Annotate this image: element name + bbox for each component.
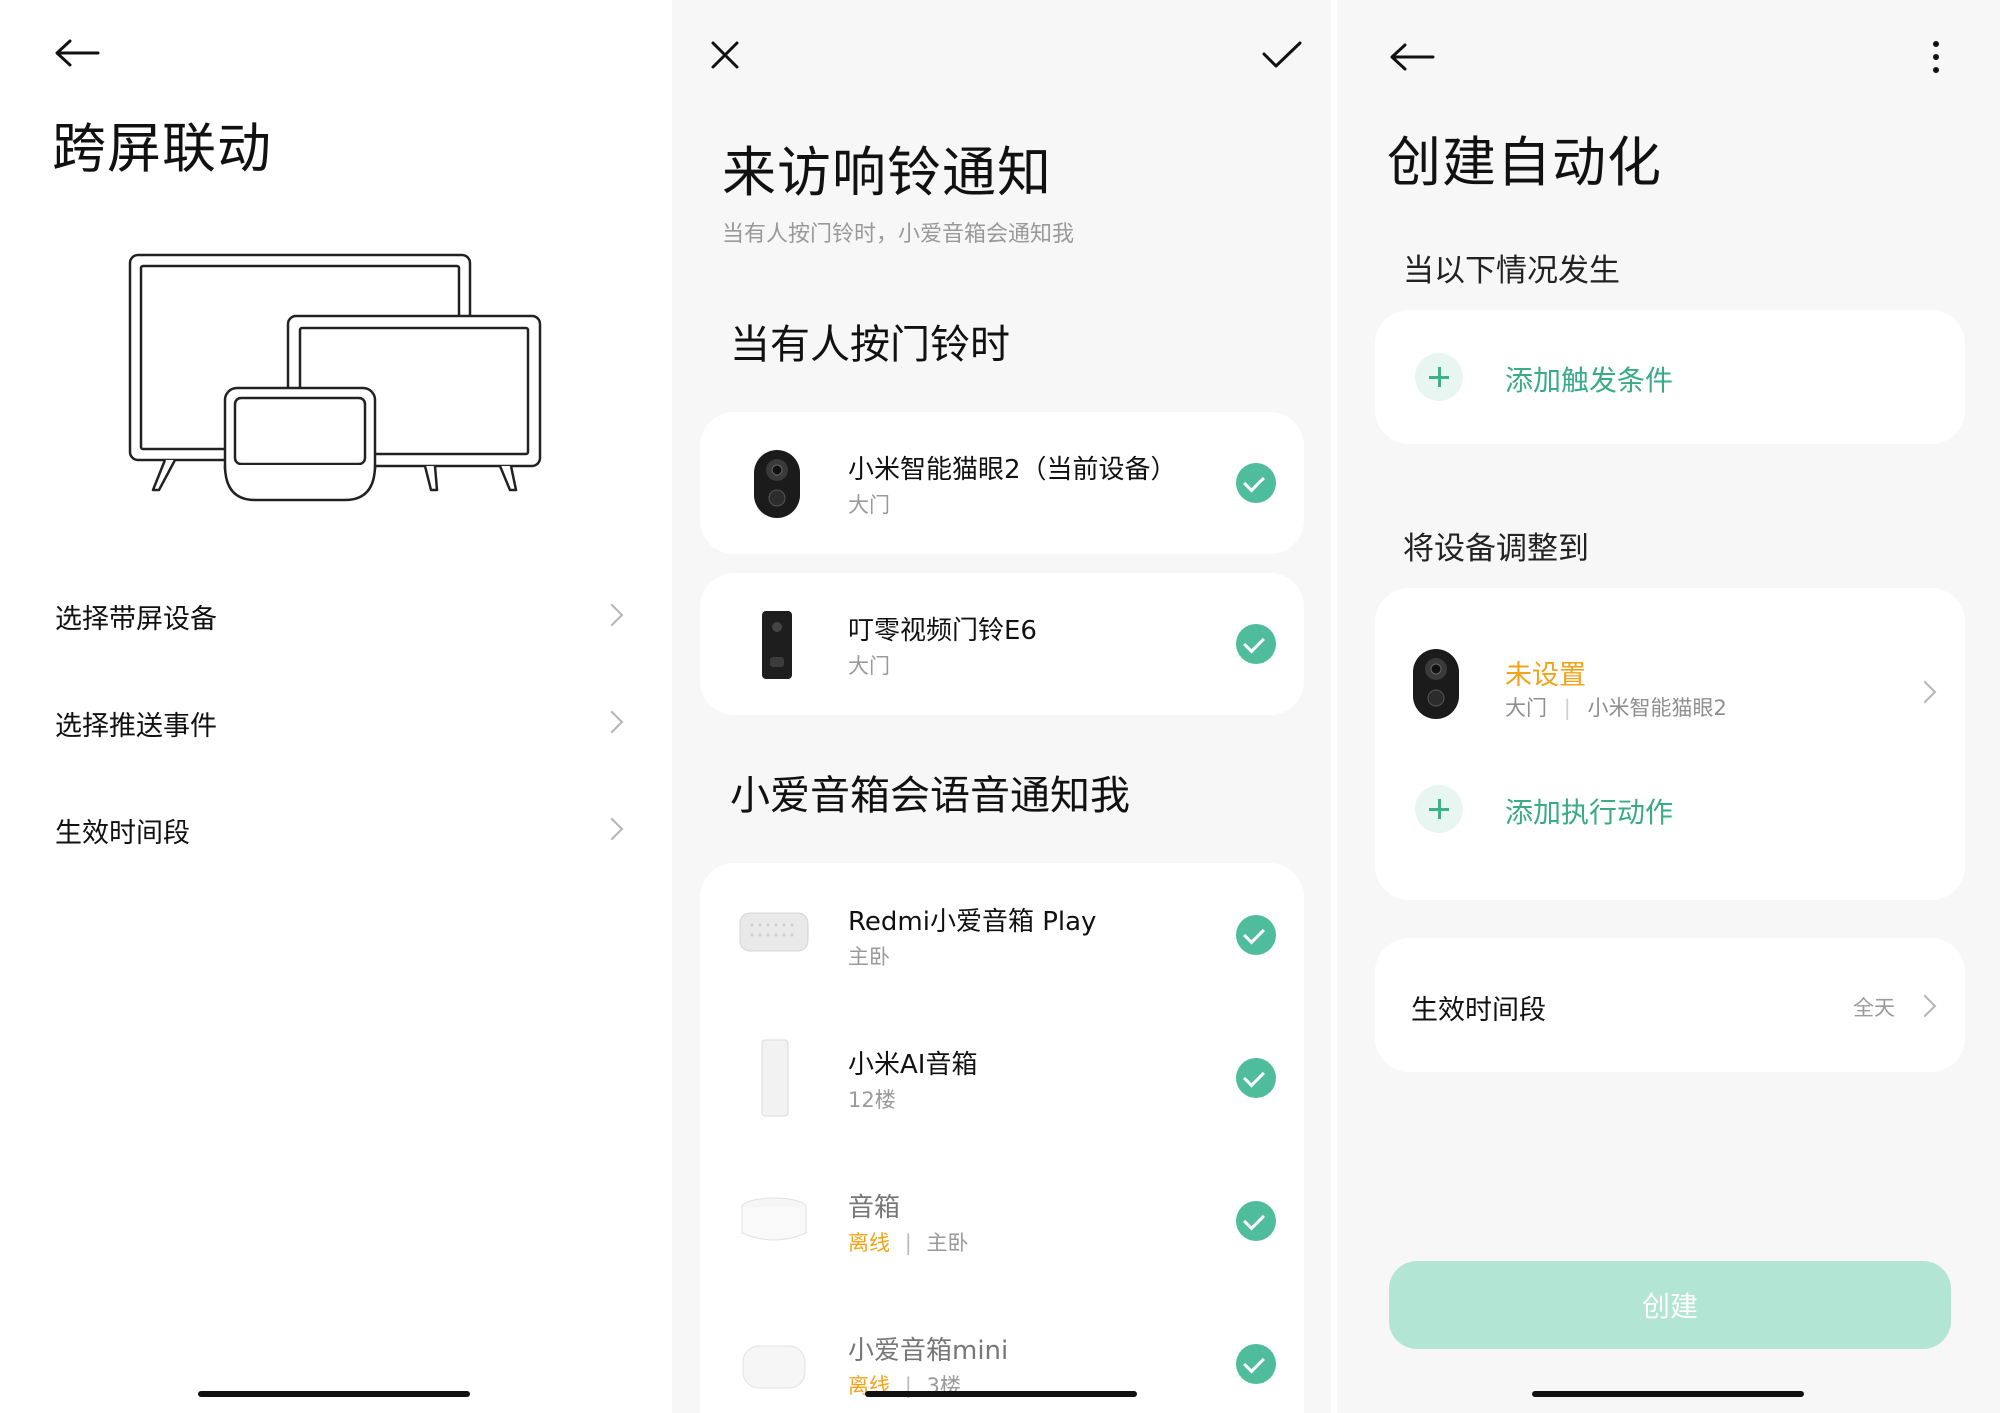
- speaker-list-card: Redmi小爱音箱 Play 主卧 小米AI音箱 12楼 音箱 离线 | 主卧: [700, 863, 1304, 1413]
- check-circle-icon[interactable]: [1236, 624, 1276, 664]
- check-circle-icon[interactable]: [1236, 915, 1276, 955]
- check-circle-icon[interactable]: [1236, 463, 1276, 503]
- speaker-heading: 小爱音箱会语音通知我: [730, 773, 1130, 819]
- divider: |: [904, 1231, 912, 1255]
- speaker-name: 小米AI音箱: [848, 1050, 978, 1080]
- speaker-location: 12楼: [848, 1088, 896, 1112]
- device-name: 叮零视频门铃E6: [848, 616, 1037, 646]
- chevron-right-icon: [600, 603, 624, 627]
- check-circle-icon[interactable]: [1236, 1201, 1276, 1241]
- active-period-value: 全天: [1853, 996, 1895, 1020]
- device-name: 小米智能猫眼2: [1587, 696, 1727, 720]
- page-subtitle: 当有人按门铃时，小爱音箱会通知我: [722, 222, 1075, 247]
- confirm-check-icon[interactable]: [1261, 40, 1303, 70]
- device-location: 大门: [848, 493, 890, 517]
- more-vertical-icon[interactable]: [1931, 40, 1941, 74]
- action-device-row[interactable]: 未设置 大门 | 小米智能猫眼2: [1375, 588, 1965, 778]
- video-doorbell-icon: [762, 611, 792, 679]
- when-section-label: 当以下情况发生: [1403, 253, 1620, 289]
- speaker-location: 主卧: [848, 945, 890, 969]
- panel-divider: [1331, 0, 1337, 1413]
- check-circle-icon[interactable]: [1236, 1344, 1276, 1384]
- menu-item-label: 选择带屏设备: [55, 604, 217, 635]
- speaker-name: Redmi小爱音箱 Play: [848, 907, 1097, 937]
- round-speaker-icon: [741, 1197, 807, 1241]
- multi-screen-illustration: [128, 253, 542, 502]
- home-indicator[interactable]: [865, 1391, 1137, 1397]
- home-indicator[interactable]: [198, 1391, 470, 1397]
- offline-status: 离线: [848, 1231, 890, 1255]
- chevron-right-icon: [600, 710, 624, 734]
- back-arrow-icon[interactable]: [52, 38, 102, 68]
- ai-speaker-icon: [761, 1039, 789, 1117]
- page-title: 来访响铃通知: [722, 141, 1052, 204]
- adjust-section-label: 将设备调整到: [1403, 531, 1589, 567]
- home-indicator[interactable]: [1532, 1391, 1804, 1397]
- divider: |: [1563, 696, 1571, 720]
- mini-speaker-icon: [742, 1345, 806, 1389]
- add-action-label: 添加执行动作: [1505, 796, 1674, 829]
- device-location: 大门: [848, 654, 890, 678]
- back-arrow-icon[interactable]: [1387, 42, 1437, 72]
- speaker-row[interactable]: 音箱 离线 | 主卧: [700, 1149, 1304, 1292]
- close-icon[interactable]: [710, 40, 740, 70]
- active-period-row[interactable]: 生效时间段 全天: [1375, 938, 1965, 1072]
- trigger-device-card[interactable]: 叮零视频门铃E6 大门: [700, 573, 1304, 715]
- chevron-right-icon: [1913, 994, 1937, 1018]
- peephole-camera-icon: [754, 450, 800, 518]
- trigger-heading: 当有人按门铃时: [730, 322, 1010, 368]
- device-meta: 大门 | 小米智能猫眼2: [1505, 692, 1727, 722]
- create-button[interactable]: 创建: [1389, 1261, 1951, 1349]
- speaker-row[interactable]: Redmi小爱音箱 Play 主卧: [700, 863, 1304, 1006]
- doorbell-notification-panel: 来访响铃通知 当有人按门铃时，小爱音箱会通知我 当有人按门铃时 小米智能猫眼2（…: [672, 0, 1337, 1413]
- actions-card: 未设置 大门 | 小米智能猫眼2 添加执行动作: [1375, 588, 1965, 900]
- chevron-right-icon: [1913, 680, 1937, 704]
- page-title: 创建自动化: [1387, 131, 1662, 194]
- speaker-meta: 离线 | 主卧: [848, 1227, 968, 1257]
- speaker-name: 音箱: [848, 1193, 901, 1223]
- add-trigger-card[interactable]: 添加触发条件: [1375, 310, 1965, 444]
- peephole-camera-icon: [1413, 649, 1459, 719]
- create-automation-panel: 创建自动化 当以下情况发生 添加触发条件 将设备调整到 未设置 大门 | 小米智…: [1337, 0, 2000, 1413]
- trigger-device-card[interactable]: 小米智能猫眼2（当前设备） 大门: [700, 412, 1304, 554]
- create-button-label: 创建: [1641, 1290, 1698, 1323]
- menu-item-label: 选择推送事件: [55, 711, 217, 742]
- plus-icon: [1415, 353, 1463, 401]
- speaker-row[interactable]: 小米AI音箱 12楼: [700, 1006, 1304, 1149]
- chevron-right-icon: [600, 817, 624, 841]
- add-action-row[interactable]: 添加执行动作: [1375, 778, 1965, 888]
- plus-icon: [1415, 785, 1463, 833]
- speaker-location: 主卧: [926, 1231, 969, 1255]
- page-title: 跨屏联动: [52, 117, 272, 180]
- check-circle-icon[interactable]: [1236, 1058, 1276, 1098]
- active-period-label: 生效时间段: [1411, 995, 1546, 1026]
- device-name: 小米智能猫眼2（当前设备）: [848, 455, 1177, 485]
- unset-status: 未设置: [1505, 660, 1586, 691]
- cross-screen-panel: 跨屏联动 选择带屏设备 选择推送事件 生效时间段: [0, 0, 672, 1413]
- speaker-name: 小爱音箱mini: [848, 1336, 1009, 1366]
- panel-divider: [666, 0, 672, 1413]
- menu-item-label: 生效时间段: [55, 818, 190, 849]
- redmi-speaker-icon: [739, 912, 809, 952]
- device-location: 大门: [1505, 696, 1547, 720]
- add-trigger-label: 添加触发条件: [1505, 364, 1674, 397]
